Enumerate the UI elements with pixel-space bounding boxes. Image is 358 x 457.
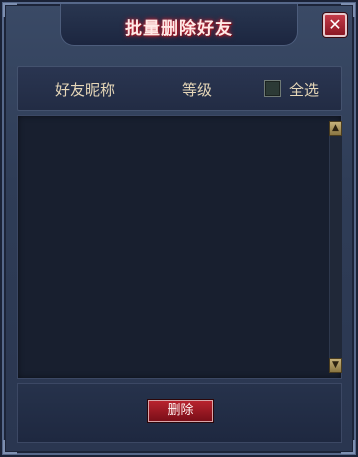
scroll-down-button[interactable]: ▼: [329, 358, 342, 373]
close-button[interactable]: ✕: [323, 13, 347, 37]
select-all-checkbox[interactable]: [264, 80, 281, 97]
delete-button[interactable]: 删除: [148, 400, 213, 422]
frame-corner-ornament: [341, 440, 355, 454]
scrollbar-track[interactable]: [329, 122, 342, 373]
dialog-title: 批量删除好友: [125, 19, 233, 39]
column-header-level: 等级: [182, 81, 213, 99]
friend-list: [17, 115, 342, 379]
chevron-down-icon: ▼: [332, 360, 339, 370]
select-all-label[interactable]: 全选: [289, 79, 319, 100]
frame-corner-ornament: [3, 440, 17, 454]
frame-corner-ornament: [3, 3, 17, 17]
close-icon: ✕: [328, 15, 342, 34]
chevron-up-icon: ▲: [332, 123, 339, 133]
column-header-nickname: 好友昵称: [55, 81, 116, 99]
scroll-up-button[interactable]: ▲: [329, 121, 342, 136]
